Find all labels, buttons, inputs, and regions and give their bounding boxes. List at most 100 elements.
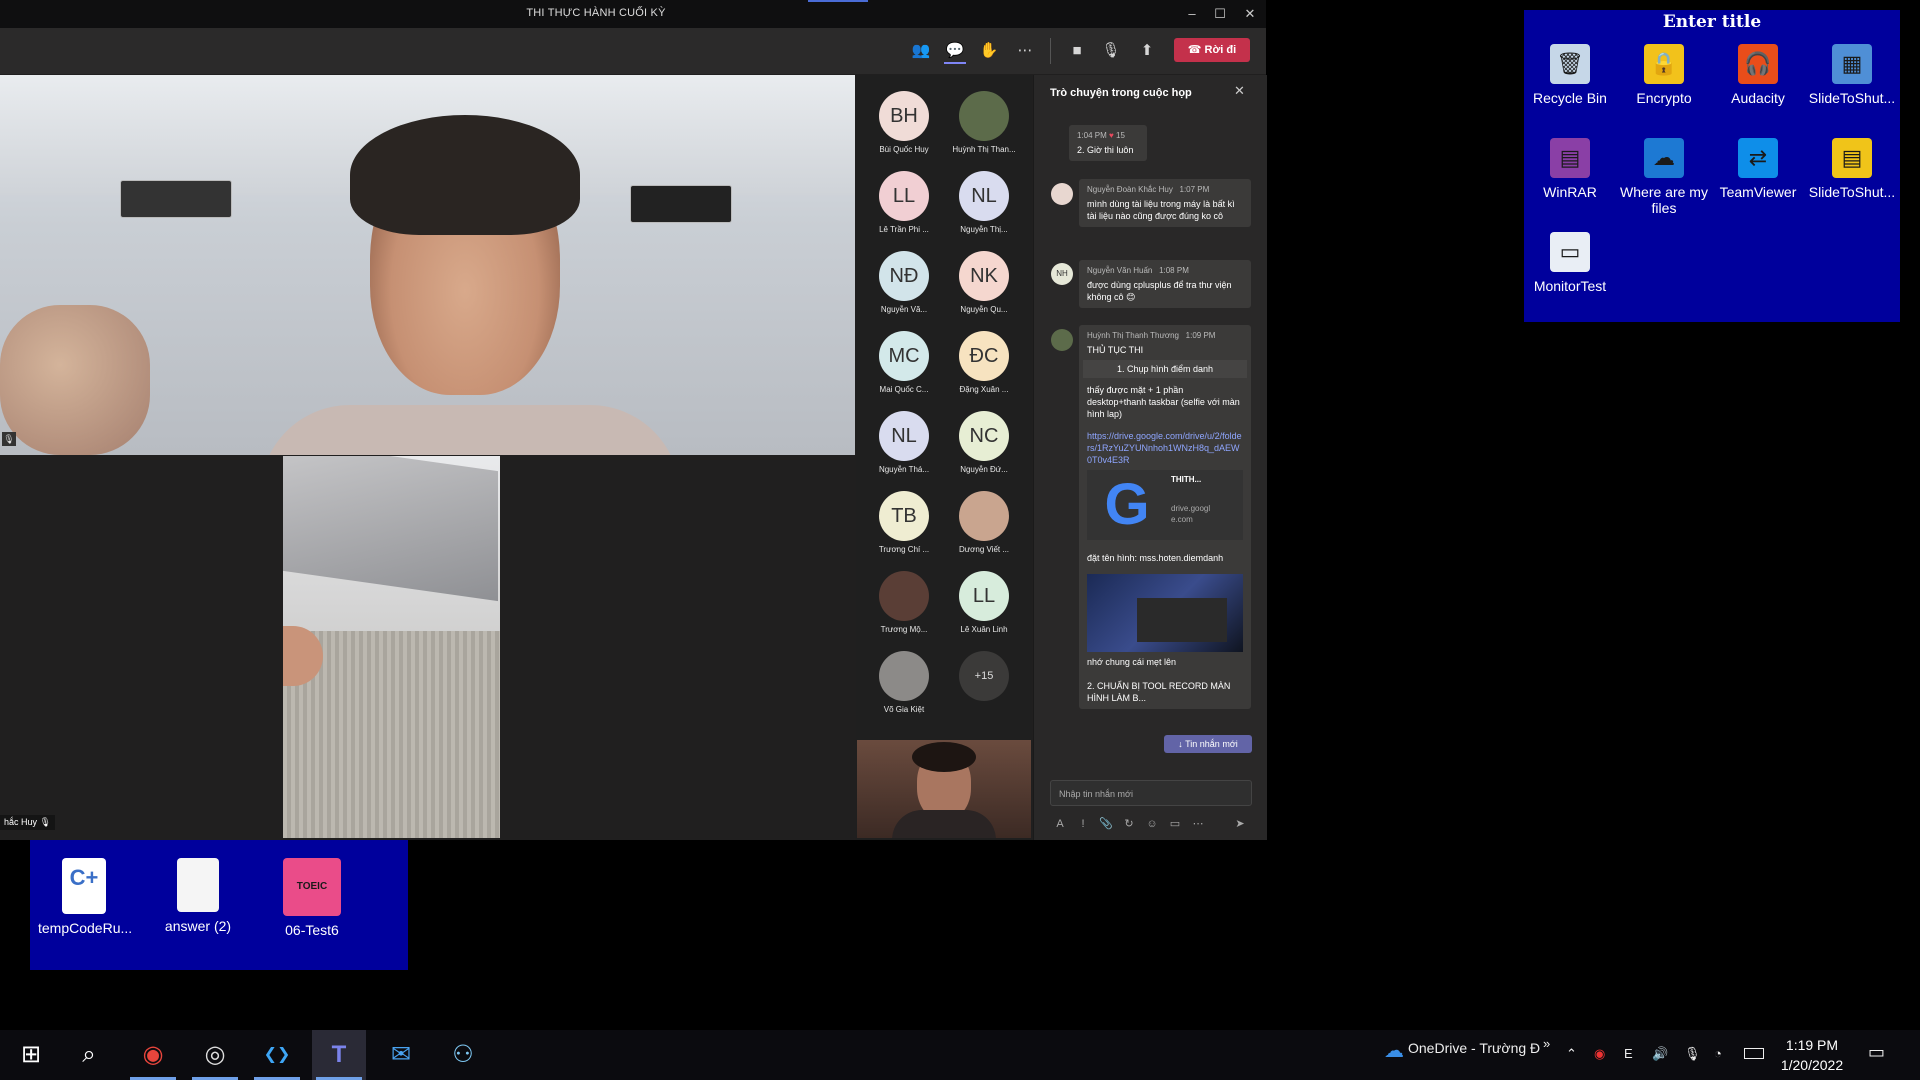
fence-title[interactable]: Enter title <box>1524 12 1900 32</box>
participant-tile[interactable]: NK Nguyễn Qu... <box>944 251 1024 331</box>
avatar: NC <box>959 411 1009 461</box>
avatar <box>1051 329 1073 351</box>
monitortest-icon: ▭ <box>1550 232 1590 272</box>
close-window-button[interactable]: ✕ <box>1240 4 1260 24</box>
message-link[interactable]: https://drive.google.com/drive/u/2/folde… <box>1087 430 1243 466</box>
obs-icon[interactable]: ◎ <box>188 1030 242 1080</box>
avatar: LL <box>959 571 1009 621</box>
desktop-icon[interactable]: ⇄ TeamViewer <box>1712 138 1804 200</box>
camera-icon[interactable]: ■ <box>1066 40 1088 62</box>
link-preview-card[interactable]: G THITH... drive.google.com <box>1087 470 1243 540</box>
send-icon[interactable]: ➤ <box>1230 815 1250 833</box>
second-video[interactable] <box>283 456 500 838</box>
participant-tile[interactable]: NL Nguyễn Thị... <box>944 171 1024 251</box>
mail-icon[interactable]: ✉ <box>374 1030 428 1080</box>
more-options-icon[interactable]: ⋯ <box>1188 815 1208 833</box>
teams-icon[interactable]: T <box>312 1030 366 1080</box>
desktop-icon-label: MonitorTest <box>1533 278 1607 294</box>
desktop-icon[interactable]: 🔒 Encrypto <box>1618 44 1710 106</box>
participant-tile[interactable]: Dương Viết ... <box>944 491 1024 571</box>
speaker <box>630 185 732 223</box>
microphone-icon[interactable]: 🎙 <box>1684 1046 1701 1062</box>
avatar <box>959 91 1009 141</box>
message-text: được dùng cplusplus để tra thư viện khôn… <box>1087 280 1232 302</box>
message-time: 1:07 PM <box>1179 185 1210 194</box>
onedrive-label[interactable]: OneDrive - Trường Đ <box>1408 1040 1540 1056</box>
leave-button[interactable]: ☎ Rời đi <box>1174 38 1250 62</box>
desktop-icon[interactable]: ▦ SlideToShut... <box>1806 44 1898 106</box>
participant-tile[interactable]: NĐ Nguyễn Vă... <box>864 251 944 331</box>
participant-tile[interactable]: NC Nguyễn Đứ... <box>944 411 1024 491</box>
message-time: 1:09 PM <box>1185 331 1216 340</box>
slidetoshut-file-icon: ▤ <box>1832 138 1872 178</box>
overflow-chevron-icon[interactable]: » <box>1543 1036 1550 1051</box>
participant-tile[interactable]: TB Trương Chí ... <box>864 491 944 571</box>
mic-muted-icon: 🎙 <box>39 817 51 827</box>
new-messages-button[interactable]: ↓ Tin nhắn mới <box>1164 735 1252 753</box>
search-icon[interactable]: ⌕ <box>62 1030 116 1080</box>
desktop-icon[interactable]: ☁ Where are my files <box>1618 138 1710 216</box>
message-bubble: 1:04 PM ♥ 15 2. Giờ thi luôn <box>1069 125 1147 161</box>
more-icon[interactable]: ⋯ <box>1014 40 1036 62</box>
laptop-lid <box>283 456 498 602</box>
participant-tile[interactable]: LL Lê Trần Phi ... <box>864 171 944 251</box>
notifications-icon[interactable]: ▭ <box>1868 1042 1885 1063</box>
desktop-icon[interactable]: TOEIC 06-Test6 <box>266 858 358 938</box>
participant-tile[interactable]: Trương Mộ... <box>864 571 944 651</box>
people-icon[interactable]: 👥 <box>910 40 932 62</box>
onedrive-icon[interactable]: ☁ <box>1384 1038 1404 1063</box>
ime-icon[interactable]: E <box>1624 1046 1633 1061</box>
close-icon[interactable]: ✕ <box>1234 83 1245 99</box>
message-step: 1. Chụp hình điểm danh <box>1083 360 1247 378</box>
security-icon[interactable]: ◉ <box>1594 1046 1605 1062</box>
loop-icon[interactable]: ↻ <box>1119 815 1139 833</box>
attach-icon[interactable]: 📎 <box>1096 815 1116 833</box>
desktop-icon[interactable]: answer (2) <box>152 858 244 934</box>
desktop-icon[interactable]: ▭ MonitorTest <box>1524 232 1616 294</box>
priority-icon[interactable]: ! <box>1073 815 1093 833</box>
participant-tile[interactable]: Huỳnh Thị Than... <box>944 91 1024 171</box>
desktop-icon-label: TeamViewer <box>1719 184 1797 200</box>
emoji-icon[interactable]: ☺ <box>1142 815 1162 833</box>
chat-icon[interactable]: 💬 <box>944 40 966 64</box>
minimize-button[interactable]: – <box>1182 4 1202 24</box>
desktop-icon[interactable]: ▤ SlideToShut... <box>1806 138 1898 200</box>
participant-name: Dương Viết ... <box>958 545 1010 554</box>
share-icon[interactable]: ⬆ <box>1136 40 1158 62</box>
desktop-icon[interactable]: 🗑 Recycle Bin <box>1524 44 1616 106</box>
chrome-icon[interactable]: ◉ <box>126 1030 180 1080</box>
reactions-icon[interactable]: ✋ <box>978 40 1000 62</box>
participant-tile[interactable]: MC Mai Quốc C... <box>864 331 944 411</box>
desktop-icon[interactable]: 🎧 Audacity <box>1712 44 1804 106</box>
participant-tile[interactable]: BH Bùi Quốc Huy <box>864 91 944 171</box>
vscode-icon[interactable]: ❮❯ <box>250 1030 304 1080</box>
participant-tile[interactable]: ĐC Đặng Xuân ... <box>944 331 1024 411</box>
wifi-icon[interactable]: ◔ <box>1714 1046 1722 1061</box>
desktop-icon[interactable]: ▤ WinRAR <box>1524 138 1616 200</box>
clock-time: 1:19 PM <box>1785 1037 1839 1053</box>
compose-input[interactable]: Nhập tin nhắn mới <box>1050 780 1252 806</box>
title-accent <box>808 0 868 2</box>
format-icon[interactable]: A <box>1050 815 1070 833</box>
avatar: TB <box>879 491 929 541</box>
maximize-button[interactable]: ☐ <box>1210 4 1230 24</box>
main-video[interactable]: 🎙 <box>0 75 855 455</box>
app-icon[interactable]: ⚇ <box>436 1030 490 1080</box>
message-image[interactable] <box>1087 574 1243 652</box>
desktop-icon[interactable]: C+ tempCodeRu... <box>38 858 132 936</box>
show-hidden-icons-icon[interactable]: ⌃ <box>1566 1046 1577 1062</box>
participant-tile[interactable]: Võ Gia Kiệt <box>864 651 944 731</box>
self-video[interactable] <box>857 740 1031 838</box>
message-text: nhớ chung cái mẹt lên <box>1087 657 1176 667</box>
person-shoulders <box>260 405 680 455</box>
clock[interactable]: 1:19 PM 1/20/2022 <box>1752 1035 1872 1075</box>
volume-icon[interactable]: 🔊 <box>1652 1046 1668 1062</box>
gif-icon[interactable]: ▭ <box>1165 815 1185 833</box>
message-bubble: Huỳnh Thị Thanh Thương 1:09 PM THỦ TỤC T… <box>1079 325 1251 709</box>
participant-tile[interactable]: +15 <box>944 651 1024 731</box>
mic-off-icon[interactable]: 🎙 <box>1100 40 1122 62</box>
participant-tile[interactable]: LL Lê Xuân Linh <box>944 571 1024 651</box>
start-icon[interactable]: ⊞ <box>4 1030 58 1080</box>
avatar: MC <box>879 331 929 381</box>
participant-tile[interactable]: NL Nguyễn Thá... <box>864 411 944 491</box>
